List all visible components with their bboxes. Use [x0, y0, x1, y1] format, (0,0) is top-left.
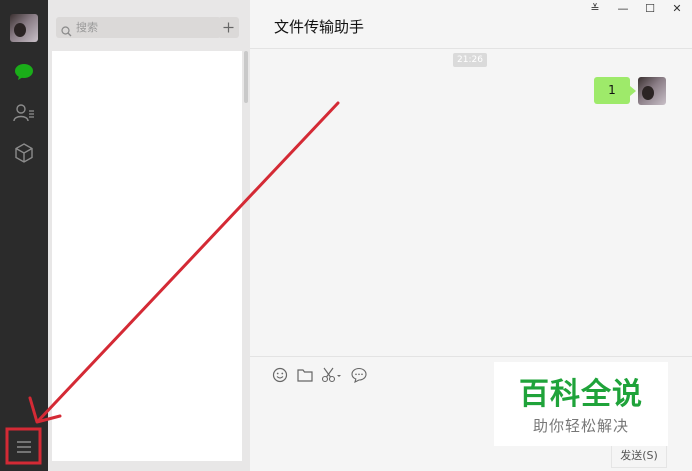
annotation-overlay — [5, 101, 340, 465]
annotation-arrow-line — [37, 101, 340, 422]
annotation-highlight-box — [5, 427, 42, 465]
